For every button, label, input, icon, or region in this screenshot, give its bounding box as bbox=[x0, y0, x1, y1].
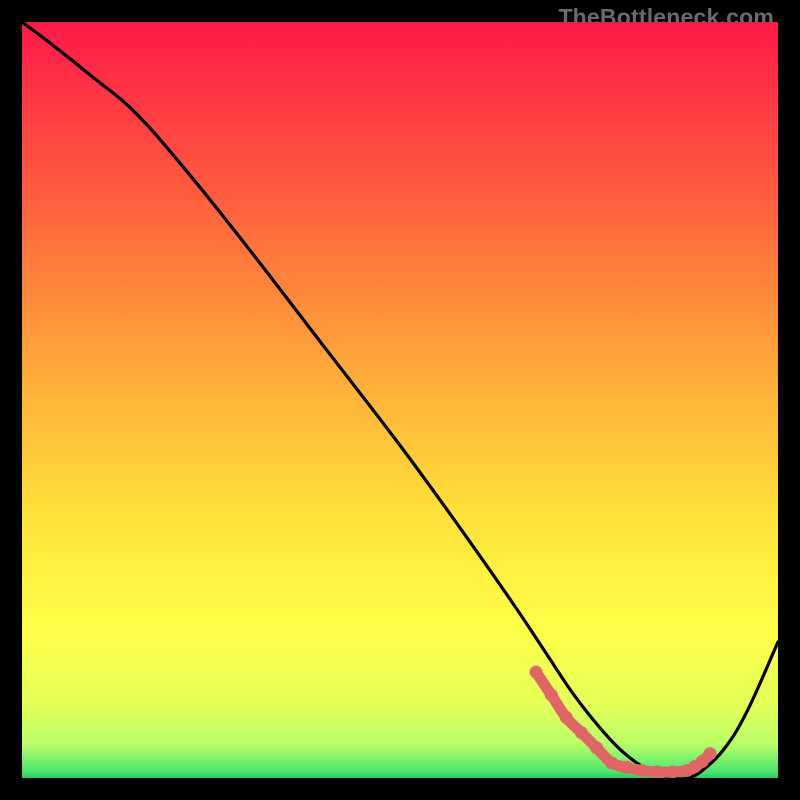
optimal-range-point bbox=[703, 747, 716, 760]
optimal-range-point bbox=[590, 741, 603, 754]
bottleneck-chart bbox=[22, 22, 778, 778]
optimal-range-point bbox=[666, 765, 679, 778]
optimal-range-point bbox=[545, 688, 558, 701]
optimal-range-point bbox=[530, 666, 543, 679]
optimal-range-point bbox=[560, 711, 573, 724]
optimal-range-point bbox=[635, 764, 648, 777]
optimal-range-point bbox=[605, 756, 618, 769]
optimal-range-point bbox=[651, 765, 664, 778]
optimal-range-point bbox=[575, 726, 588, 739]
optimal-range-point bbox=[620, 761, 633, 774]
chart-container bbox=[22, 22, 778, 778]
gradient-background bbox=[22, 22, 778, 778]
